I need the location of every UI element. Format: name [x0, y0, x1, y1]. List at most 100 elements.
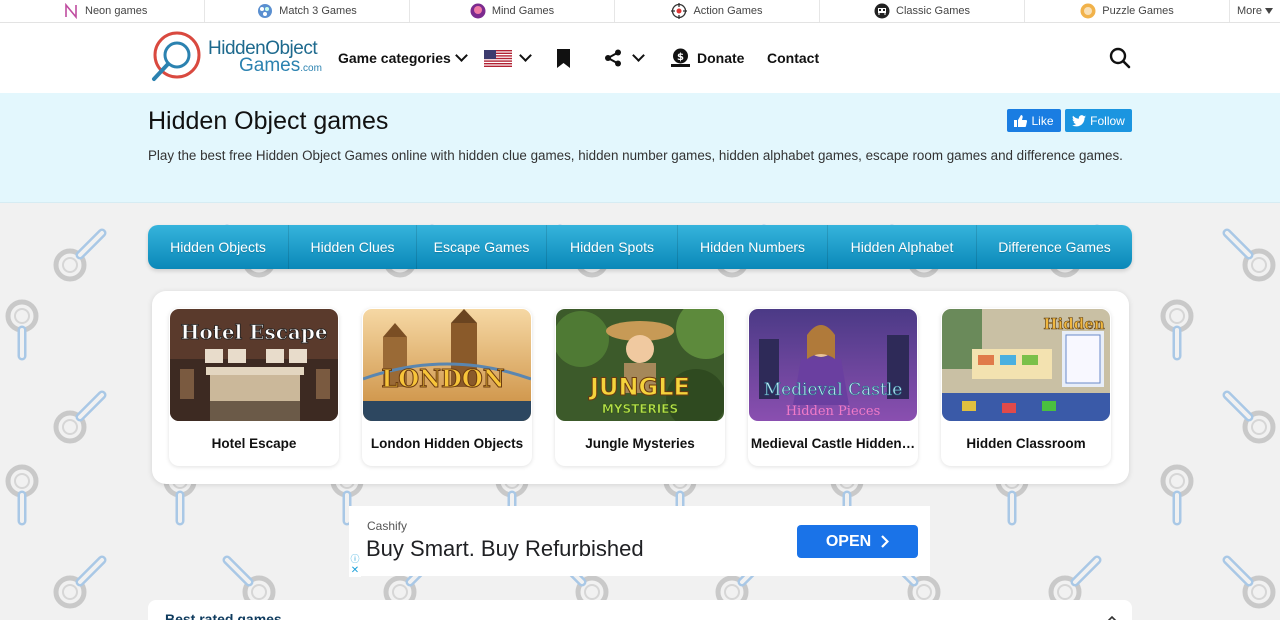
- game-title: Jungle Mysteries: [585, 436, 695, 451]
- game-thumbnail: Hotel Escape: [170, 309, 338, 421]
- site-logo[interactable]: HiddenObject Games.com: [150, 31, 330, 85]
- bookmark-icon: [557, 48, 570, 68]
- advertisement[interactable]: Cashify Buy Smart. Buy Refurbished OPEN …: [349, 506, 930, 577]
- contact-label: Contact: [767, 50, 820, 66]
- share-icon: [605, 49, 621, 67]
- ad-info-icon[interactable]: ⓘ: [349, 553, 361, 565]
- site-header: HiddenObject Games.com Game categories $…: [0, 23, 1280, 93]
- game-thumbnail: Medieval Castle Hidden Pieces: [749, 309, 917, 421]
- game-title: Hotel Escape: [211, 436, 297, 451]
- game-card-hotel-escape[interactable]: Hotel Escape Hotel Escape: [169, 308, 339, 466]
- tab-difference-games[interactable]: Difference Games: [977, 225, 1132, 269]
- network-item-match3[interactable]: Match 3 Games: [205, 0, 410, 22]
- magnifier-pattern-icon: [53, 555, 107, 609]
- best-rated-section: Best rated games: [148, 600, 1132, 620]
- chevron-down-icon: [632, 49, 645, 62]
- featured-games: Hotel Escape Hotel Escape LONDON London …: [152, 291, 1129, 484]
- game-thumbnail: Hidden: [942, 309, 1110, 421]
- tab-hidden-objects[interactable]: Hidden Objects: [148, 225, 289, 269]
- svg-text:$: $: [677, 52, 684, 63]
- ad-brand: Cashify: [367, 519, 408, 533]
- network-more-button[interactable]: More: [1230, 0, 1280, 22]
- search-icon: [1109, 47, 1131, 69]
- ad-headline[interactable]: Buy Smart. Buy Refurbished: [366, 536, 644, 562]
- tab-hidden-alphabet[interactable]: Hidden Alphabet: [828, 225, 977, 269]
- network-item-label: Puzzle Games: [1102, 5, 1174, 17]
- tab-label: Hidden Spots: [569, 239, 655, 255]
- like-label: Like: [1031, 113, 1054, 128]
- game-title: Hidden Classroom: [966, 436, 1086, 451]
- chevron-right-icon: [881, 535, 890, 548]
- game-thumbnail: LONDON: [363, 309, 531, 421]
- network-item-puzzle[interactable]: Puzzle Games: [1025, 0, 1230, 22]
- magnifier-pattern-icon: [5, 299, 39, 361]
- crosshair-icon: [671, 3, 688, 19]
- magnifier-pattern-icon: [1160, 464, 1194, 526]
- share-menu[interactable]: [604, 23, 645, 93]
- game-art-text: Hidden: [1043, 315, 1104, 333]
- invader-icon: [874, 3, 890, 19]
- twitter-follow-button[interactable]: Follow: [1065, 109, 1132, 132]
- facebook-like-button[interactable]: Like: [1007, 109, 1061, 132]
- game-art-text: LONDON: [381, 364, 504, 393]
- tab-hidden-spots[interactable]: Hidden Spots: [547, 225, 678, 269]
- contact-link[interactable]: Contact: [767, 23, 819, 93]
- intro-banner: Hidden Object games Play the best free H…: [0, 93, 1280, 203]
- twitter-icon: [1072, 114, 1087, 126]
- logo-suffix: .com: [300, 63, 322, 74]
- game-card-london-hidden-objects[interactable]: LONDON London Hidden Objects: [362, 308, 532, 466]
- tab-label: Difference Games: [998, 239, 1111, 255]
- page-description: Play the best free Hidden Object Games o…: [148, 148, 1123, 163]
- magnifier-pattern-icon: [1222, 555, 1276, 609]
- game-categories-menu[interactable]: Game categories: [338, 23, 468, 93]
- game-title: London Hidden Objects: [370, 436, 524, 451]
- logo-line-2: Games: [239, 55, 301, 76]
- page-title: Hidden Object games: [148, 107, 389, 135]
- network-item-label: Neon games: [85, 5, 148, 17]
- game-card-jungle-mysteries[interactable]: JUNGLE MYSTERIES Jungle Mysteries: [555, 308, 725, 466]
- search-button[interactable]: [1109, 23, 1131, 93]
- bookmark-button[interactable]: [556, 23, 571, 93]
- brain-icon: [470, 3, 486, 19]
- language-selector[interactable]: [484, 23, 532, 93]
- network-item-mind[interactable]: Mind Games: [410, 0, 615, 22]
- magnifier-pattern-icon: [1222, 228, 1276, 282]
- network-item-label: Action Games: [693, 5, 763, 17]
- network-item-classic[interactable]: Classic Games: [820, 0, 1025, 22]
- tab-label: Escape Games: [433, 239, 530, 255]
- magnifier-logo-icon: [152, 31, 201, 81]
- donate-link[interactable]: $ Donate: [670, 23, 744, 93]
- game-thumbnail: JUNGLE MYSTERIES: [556, 309, 724, 421]
- network-item-label: Match 3 Games: [279, 5, 357, 17]
- tab-hidden-clues[interactable]: Hidden Clues: [289, 225, 417, 269]
- tab-label: Hidden Objects: [170, 239, 266, 255]
- follow-label: Follow: [1090, 113, 1125, 128]
- game-card-hidden-classroom[interactable]: Hidden Hidden Classroom: [941, 308, 1111, 466]
- game-art-subtext: MYSTERIES: [602, 402, 678, 416]
- match3-icon: [258, 4, 273, 18]
- network-item-label: Mind Games: [491, 5, 555, 17]
- magnifier-pattern-icon: [53, 228, 107, 282]
- tab-label: Hidden Alphabet: [850, 239, 954, 255]
- puzzle-icon: [1080, 3, 1096, 19]
- game-title: Medieval Castle Hidden…: [750, 436, 916, 451]
- game-art-text: Hotel Escape: [180, 320, 327, 344]
- ad-open-button[interactable]: OPEN: [797, 525, 918, 558]
- tab-label: Hidden Numbers: [699, 239, 806, 255]
- donate-icon: $: [671, 48, 690, 67]
- tab-escape-games[interactable]: Escape Games: [417, 225, 547, 269]
- neon-icon: [65, 3, 77, 19]
- donate-label: Donate: [697, 50, 745, 66]
- magnifier-pattern-icon: [1160, 299, 1194, 361]
- network-item-neon[interactable]: Neon games: [0, 0, 205, 22]
- network-more-label: More: [1236, 5, 1263, 17]
- game-card-medieval-castle[interactable]: Medieval Castle Hidden Pieces Medieval C…: [748, 308, 918, 466]
- game-art-text: JUNGLE: [588, 373, 690, 401]
- chevron-up-icon[interactable]: [1107, 616, 1117, 620]
- magnifier-pattern-icon: [5, 464, 39, 526]
- tab-hidden-numbers[interactable]: Hidden Numbers: [678, 225, 828, 269]
- ad-close-icon[interactable]: ✕: [349, 565, 361, 577]
- thumbs-up-icon: [1014, 114, 1028, 127]
- network-item-action[interactable]: Action Games: [615, 0, 820, 22]
- chevron-down-icon: [519, 49, 532, 62]
